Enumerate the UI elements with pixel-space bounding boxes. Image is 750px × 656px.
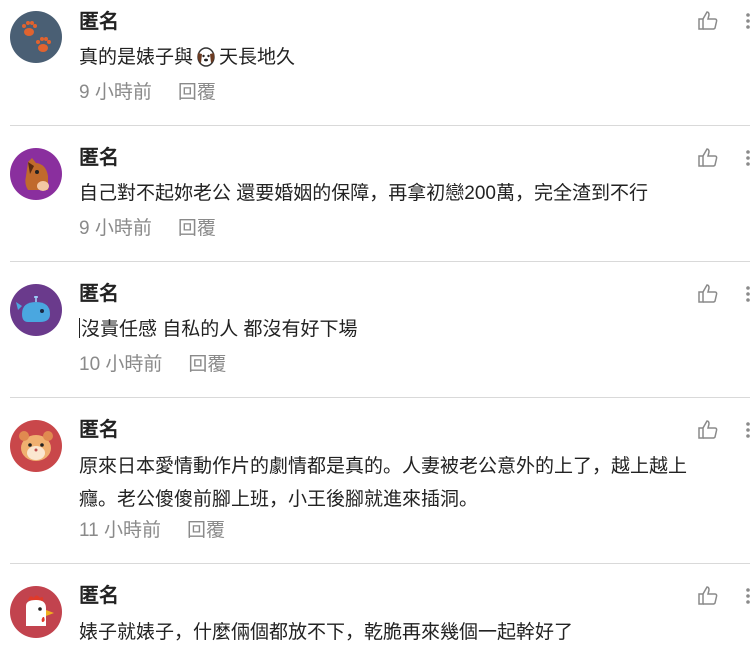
comment-text: 真的是婊子與 天長地久 — [79, 41, 749, 78]
comment-text-line: 原來日本愛情動作片的劇情都是真的。人妻被老公意外的上了，越上越上 — [79, 456, 688, 477]
comment-meta: 9 小時前 回覆 — [79, 217, 216, 241]
avatar[interactable] — [10, 420, 62, 472]
thumbs-up-icon[interactable] — [696, 9, 720, 33]
comment-time: 9 小時前 — [79, 82, 152, 103]
thumbs-up-icon[interactable] — [696, 282, 720, 306]
comment-meta: 11 小時前 回覆 — [79, 519, 225, 543]
more-options-icon[interactable] — [744, 9, 750, 33]
comment-time: 10 小時前 — [79, 354, 163, 375]
horse-face-icon — [25, 158, 49, 191]
avatar[interactable] — [10, 284, 62, 336]
comment-meta: 10 小時前 回覆 — [79, 353, 226, 377]
thumbs-up-icon[interactable] — [696, 584, 720, 608]
comment-author: 匿名 — [79, 147, 119, 169]
reply-button[interactable]: 回覆 — [187, 520, 225, 541]
more-options-icon[interactable] — [744, 584, 750, 608]
comment-text-content: 沒責任感 自私的人 都沒有好下場 — [81, 319, 358, 340]
comment-author: 匿名 — [79, 11, 119, 33]
paw-prints-icon — [22, 21, 51, 52]
reply-button[interactable]: 回覆 — [178, 82, 216, 103]
comment-author: 匿名 — [79, 283, 119, 305]
text-cursor — [79, 318, 80, 338]
comment-text: 自己對不起妳老公 還要婚姻的保障，再拿初戀200萬，完全渣到不行 — [79, 183, 648, 204]
whale-icon — [16, 296, 50, 322]
comment-item: 匿名 婊子就婊子，什麼倆個都放不下，乾脆再來幾個一起幹好了 — [0, 564, 750, 656]
comment-time: 9 小時前 — [79, 218, 152, 239]
hamster-icon — [19, 431, 53, 461]
comment-meta: 9 小時前 回覆 — [79, 81, 216, 105]
comment-text-end: 天長地久 — [219, 47, 296, 68]
comment-text: 婊子就婊子，什麼倆個都放不下，乾脆再來幾個一起幹好了 — [79, 622, 574, 643]
comment-text: 沒責任感 自私的人 都沒有好下場 — [79, 313, 749, 346]
more-options-icon[interactable] — [744, 418, 750, 442]
thumbs-up-icon[interactable] — [696, 146, 720, 170]
comment-text: 原來日本愛情動作片的劇情都是真的。人妻被老公意外的上了，越上越上 癮。老公傻傻前… — [79, 450, 749, 516]
avatar[interactable] — [10, 148, 62, 200]
comment-text-line: 癮。老公傻傻前腳上班，小王後腳就進來插洞。 — [79, 489, 479, 510]
more-options-icon[interactable] — [744, 146, 750, 170]
avatar[interactable] — [10, 586, 62, 638]
rooster-icon — [26, 595, 54, 626]
reply-button[interactable]: 回覆 — [188, 354, 226, 375]
comment-author: 匿名 — [79, 585, 119, 607]
comment-item: 匿名 沒責任感 自私的人 都沒有好下場 10 小時前 回覆 — [0, 262, 750, 398]
dog-face-emoji-icon — [195, 45, 217, 78]
comment-item: 匿名 真的是婊子與 天長地久 9 小時前 回覆 — [0, 0, 750, 126]
thumbs-up-icon[interactable] — [696, 418, 720, 442]
comment-item: 匿名 自己對不起妳老公 還要婚姻的保障，再拿初戀200萬，完全渣到不行 9 小時… — [0, 126, 750, 262]
comment-item: 匿名 原來日本愛情動作片的劇情都是真的。人妻被老公意外的上了，越上越上 癮。老公… — [0, 398, 750, 564]
comment-text-start: 真的是婊子與 — [79, 47, 194, 68]
more-options-icon[interactable] — [744, 282, 750, 306]
comment-time: 11 小時前 — [79, 520, 162, 541]
comment-author: 匿名 — [79, 419, 119, 441]
reply-button[interactable]: 回覆 — [178, 218, 216, 239]
avatar[interactable] — [10, 11, 62, 63]
